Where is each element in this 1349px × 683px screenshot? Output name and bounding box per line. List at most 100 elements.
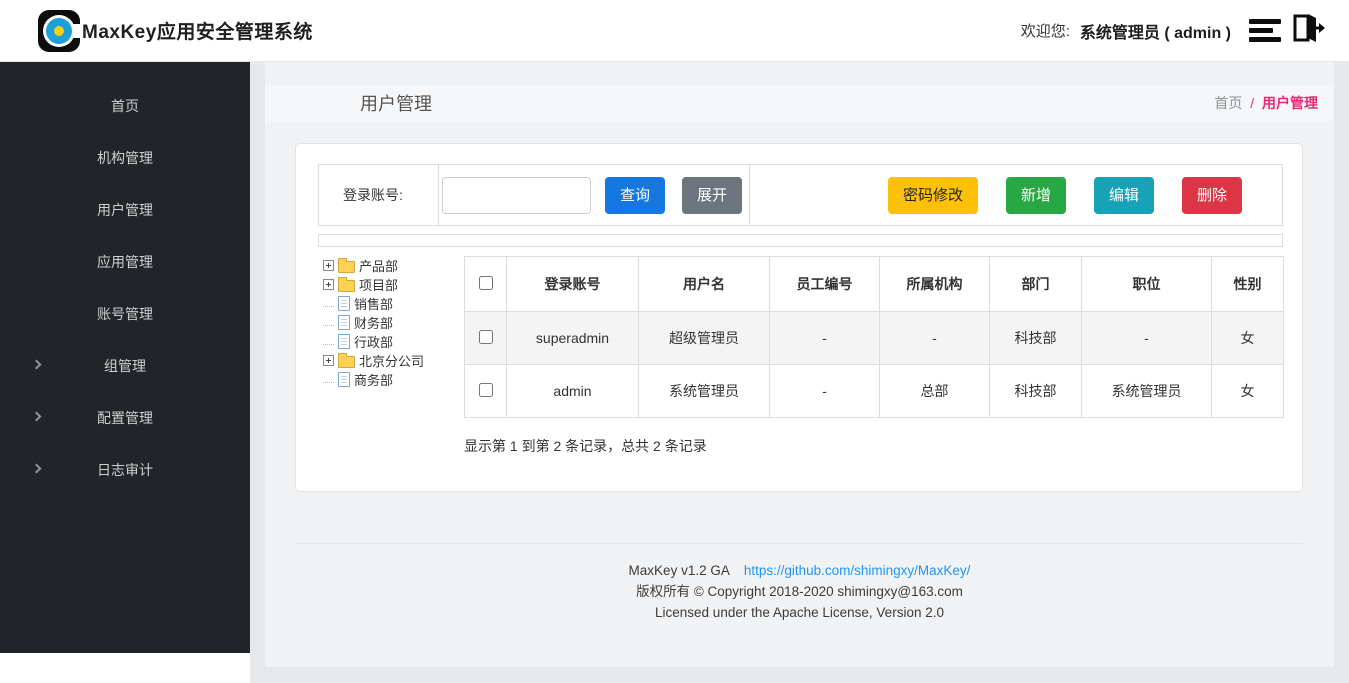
breadcrumb-home-link[interactable]: 首页	[1214, 95, 1242, 111]
table-row[interactable]: admin 系统管理员 - 总部 科技部 系统管理员 女	[465, 365, 1284, 418]
cell-username: 系统管理员	[639, 365, 770, 418]
tree-node-label: 商务部	[354, 370, 393, 389]
tree-connector	[323, 320, 334, 326]
add-button[interactable]: 新增	[1006, 177, 1066, 214]
chevron-right-icon	[32, 412, 42, 422]
tree-node-beijing-branch[interactable]: 北京分公司	[323, 351, 463, 370]
tree-node-business-dept[interactable]: 商务部	[323, 370, 463, 389]
page-title-bar: 用户管理 首页 / 用户管理	[265, 85, 1334, 121]
table-row[interactable]: superadmin 超级管理员 - - 科技部 - 女	[465, 312, 1284, 365]
sidebar-item-configuration[interactable]: 配置管理	[0, 392, 250, 444]
tree-expand-icon[interactable]	[323, 260, 334, 271]
table-header-row: 登录账号 用户名 员工编号 所属机构 部门 职位 性别	[465, 257, 1284, 312]
query-button[interactable]: 查询	[605, 177, 665, 214]
tree-connector	[323, 377, 334, 383]
sidebar-item-groups[interactable]: 组管理	[0, 340, 250, 392]
chevron-right-icon	[32, 464, 42, 474]
welcome-label: 欢迎您:	[1021, 20, 1070, 41]
sidebar-item-label: 首页	[111, 96, 139, 116]
change-password-button[interactable]: 密码修改	[888, 177, 978, 214]
current-user-name: 系统管理员 ( admin )	[1080, 19, 1231, 43]
column-header-position: 职位	[1082, 257, 1212, 312]
logo-ring	[46, 18, 72, 44]
main-content: 用户管理 首页 / 用户管理 登录账号: 查询 展开 密码修改 新增 编辑 删除	[265, 62, 1334, 667]
sidebar-item-home[interactable]: 首页	[0, 80, 250, 132]
select-all-checkbox[interactable]	[479, 276, 493, 290]
tree-node-product-dept[interactable]: 产品部	[323, 256, 463, 275]
tree-node-admin-dept[interactable]: 行政部	[323, 332, 463, 351]
logout-icon[interactable]	[1291, 12, 1327, 49]
sidebar-item-label: 组管理	[104, 356, 146, 376]
tree-node-label: 北京分公司	[359, 351, 424, 370]
cell-organization: 总部	[880, 365, 990, 418]
expand-button[interactable]: 展开	[682, 177, 742, 214]
edit-button[interactable]: 编辑	[1094, 177, 1154, 214]
users-table: 登录账号 用户名 员工编号 所属机构 部门 职位 性别 superadmin 超…	[464, 256, 1284, 418]
row-checkbox[interactable]	[479, 383, 493, 397]
cell-organization: -	[880, 312, 990, 365]
tree-expand-icon[interactable]	[323, 279, 334, 290]
tree-node-label: 销售部	[354, 294, 393, 313]
cell-department: 科技部	[990, 365, 1082, 418]
sidebar-item-users[interactable]: 用户管理	[0, 184, 250, 236]
sidebar-item-label: 用户管理	[97, 200, 153, 220]
login-account-input[interactable]	[442, 177, 591, 214]
sidebar-item-label: 机构管理	[97, 148, 153, 168]
footer-github-link[interactable]: https://github.com/shimingxy/MaxKey/	[744, 563, 971, 578]
breadcrumb: 首页 / 用户管理	[1214, 93, 1318, 113]
sidebar-item-organizations[interactable]: 机构管理	[0, 132, 250, 184]
file-icon	[338, 296, 350, 311]
tree-connector	[323, 339, 334, 345]
maxkey-logo-icon	[38, 10, 80, 52]
cell-employee-no: -	[770, 312, 880, 365]
sidebar-item-accounts[interactable]: 账号管理	[0, 288, 250, 340]
footer-version: MaxKey v1.2 GA	[629, 563, 730, 578]
search-bar: 登录账号: 查询 展开 密码修改 新增 编辑 删除	[318, 164, 1283, 226]
sidebar-item-label: 账号管理	[97, 304, 153, 324]
sidebar-item-log-audit[interactable]: 日志审计	[0, 444, 250, 496]
chevron-right-icon	[32, 360, 42, 370]
column-header-employee-no: 员工编号	[770, 257, 880, 312]
tree-expand-icon[interactable]	[323, 355, 334, 366]
cell-login: admin	[507, 365, 639, 418]
row-checkbox[interactable]	[479, 330, 493, 344]
file-icon	[338, 334, 350, 349]
tree-node-label: 行政部	[354, 332, 393, 351]
menu-list-icon[interactable]	[1249, 19, 1281, 42]
cell-username: 超级管理员	[639, 312, 770, 365]
app-title: MaxKey应用安全管理系统	[82, 17, 313, 44]
sidebar-item-label: 应用管理	[97, 252, 153, 272]
folder-icon	[338, 280, 355, 292]
tree-node-sales-dept[interactable]: 销售部	[323, 294, 463, 313]
footer-version-line: MaxKey v1.2 GA https://github.com/shiming…	[265, 560, 1334, 581]
page-title: 用户管理	[360, 90, 432, 116]
folder-icon	[338, 356, 355, 368]
sidebar-item-label: 配置管理	[97, 408, 153, 428]
tree-node-finance-dept[interactable]: 财务部	[323, 313, 463, 332]
cell-employee-no: -	[770, 365, 880, 418]
cell-gender: 女	[1212, 312, 1284, 365]
login-account-label: 登录账号:	[343, 185, 403, 205]
footer-copyright: 版权所有 © Copyright 2018-2020 shimingxy@163…	[265, 581, 1334, 602]
tree-node-label: 财务部	[354, 313, 393, 332]
sidebar: 首页 机构管理 用户管理 应用管理 账号管理 组管理 配置管理 日志审计	[0, 62, 250, 653]
column-header-organization: 所属机构	[880, 257, 990, 312]
tree-node-label: 项目部	[359, 275, 398, 294]
department-tree: 产品部 项目部 销售部 财务部 行政部	[323, 256, 463, 389]
breadcrumb-current: 用户管理	[1262, 95, 1318, 111]
column-header-department: 部门	[990, 257, 1082, 312]
pagination-summary: 显示第 1 到第 2 条记录，总共 2 条记录	[464, 436, 707, 456]
footer: MaxKey v1.2 GA https://github.com/shiming…	[265, 560, 1334, 623]
tree-node-project-dept[interactable]: 项目部	[323, 275, 463, 294]
search-label-cell: 登录账号:	[319, 165, 439, 225]
content-panel: 登录账号: 查询 展开 密码修改 新增 编辑 删除 产品部	[295, 143, 1303, 492]
cell-login: superadmin	[507, 312, 639, 365]
logo-dot	[54, 26, 64, 36]
sidebar-item-applications[interactable]: 应用管理	[0, 236, 250, 288]
delete-button[interactable]: 删除	[1182, 177, 1242, 214]
column-header-login: 登录账号	[507, 257, 639, 312]
sidebar-item-label: 日志审计	[97, 460, 153, 480]
column-header-gender: 性别	[1212, 257, 1284, 312]
tree-connector	[323, 301, 334, 307]
tree-node-label: 产品部	[359, 256, 398, 275]
